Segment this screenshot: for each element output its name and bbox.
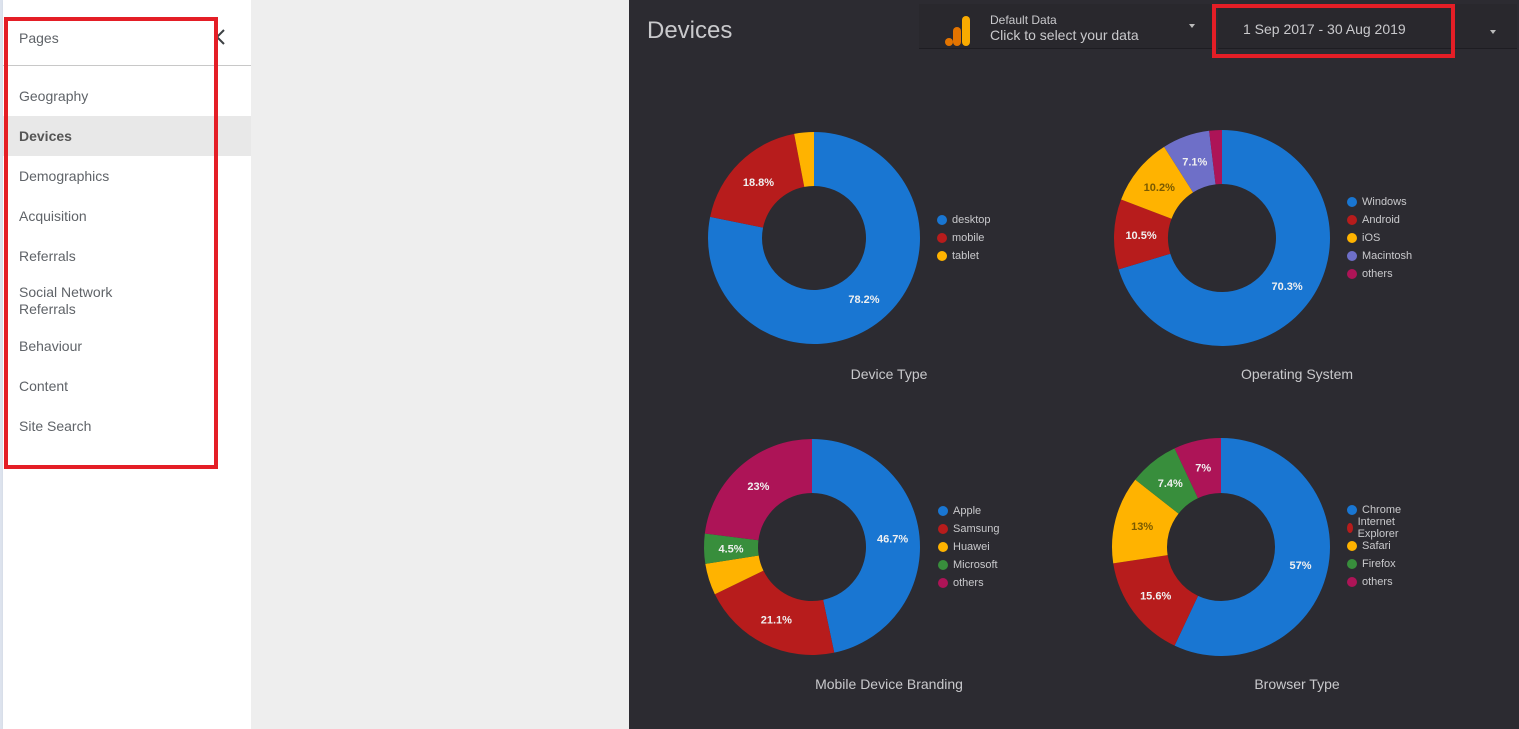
legend-label: Internet Explorer — [1357, 516, 1399, 540]
sidebar-item-label: Devices — [19, 128, 72, 144]
sidebar-item-label: Content — [19, 378, 69, 394]
slice-label-chrome: 57% — [1290, 560, 1312, 572]
collapse-sidebar-button[interactable] — [211, 26, 231, 48]
page-list: Geography Devices Demographics Acquisition R… — [3, 76, 251, 446]
sidebar-item-label: Geography — [19, 88, 89, 104]
slice-label-internet-explorer: 15.6% — [1140, 591, 1171, 603]
sidebar-header: Pages — [3, 0, 251, 66]
donut-chart-browser-type: 57% 15.6% 13% 7.4% 7% — [1112, 437, 1330, 656]
slice-label-safari: 13% — [1131, 521, 1153, 533]
sidebar-item-label: Demographics — [19, 168, 110, 184]
legend-item-internet-explorer[interactable]: Internet Explorer — [1347, 516, 1403, 540]
sidebar-item-referrals[interactable]: Referrals — [3, 236, 251, 276]
sidebar-item-acquisition[interactable]: Acquisition — [3, 196, 251, 236]
legend-dot-icon — [1347, 541, 1357, 551]
sidebar-item-devices[interactable]: Devices — [3, 116, 251, 156]
sidebar-item-demographics[interactable]: Demographics — [3, 156, 251, 196]
sidebar-item-label: Behaviour — [19, 338, 83, 354]
report-page: Devices Default Data Click to select you… — [629, 0, 1519, 729]
legend-label: others — [1362, 576, 1393, 588]
slice-label-others: 7% — [1195, 462, 1211, 474]
sidebar-item-label: Referrals — [19, 248, 76, 264]
canvas-background — [251, 0, 629, 729]
sidebar-item-site-search[interactable]: Site Search — [3, 406, 251, 446]
legend-dot-icon — [1347, 505, 1357, 515]
sidebar-item-label: Acquisition — [19, 208, 87, 224]
legend-item-others[interactable]: others — [1347, 573, 1403, 591]
legend-label: Safari — [1362, 540, 1391, 552]
chart-title: Browser Type — [1254, 676, 1340, 692]
legend-dot-icon — [1347, 577, 1357, 587]
legend-dot-icon — [1347, 523, 1353, 533]
sidebar-item-social-network-referrals[interactable]: Social Network Referrals — [3, 276, 251, 326]
legend-item-firefox[interactable]: Firefox — [1347, 555, 1403, 573]
sidebar-item-behaviour[interactable]: Behaviour — [3, 326, 251, 366]
sidebar-item-content[interactable]: Content — [3, 366, 251, 406]
legend-browser-type: Chrome Internet Explorer Safari Firefox othe… — [1347, 501, 1403, 591]
sidebar-title: Pages — [19, 30, 59, 46]
sidebar-item-geography[interactable]: Geography — [3, 76, 251, 116]
legend-label: Firefox — [1362, 558, 1396, 570]
chevron-left-icon — [215, 29, 225, 45]
legend-label: Chrome — [1362, 504, 1402, 516]
pages-sidebar: Pages Geography Devices Demographics Acquis… — [3, 0, 251, 729]
sidebar-item-label: Social Network Referrals — [19, 284, 113, 317]
legend-dot-icon — [1347, 559, 1357, 569]
sidebar-item-label: Site Search — [19, 418, 92, 434]
slice-label-firefox: 7.4% — [1158, 478, 1183, 490]
